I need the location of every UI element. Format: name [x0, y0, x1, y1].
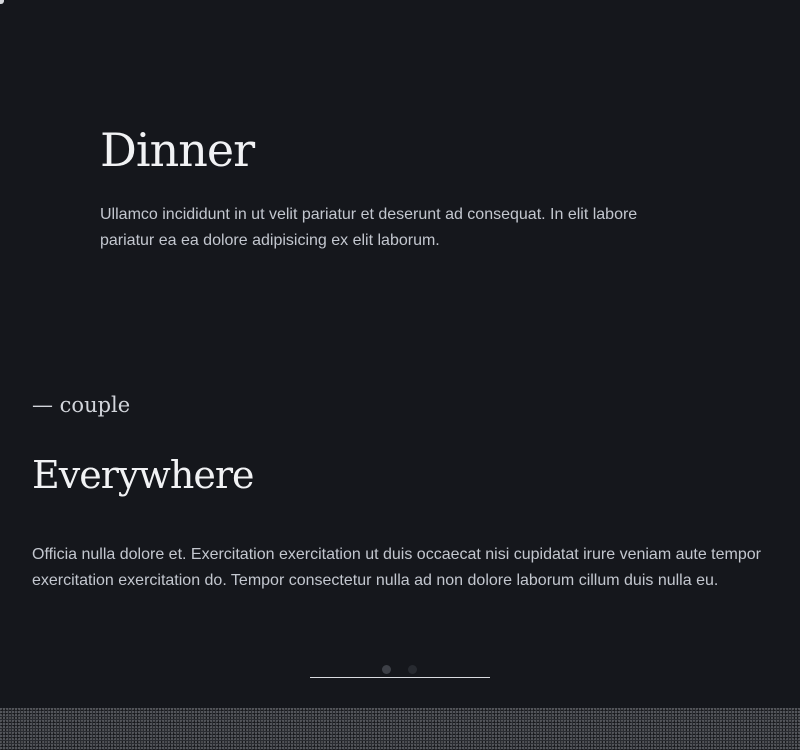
dinner-title: Dinner	[100, 123, 255, 177]
carousel-progress-line	[310, 677, 490, 678]
noise-texture-band	[0, 708, 800, 750]
corner-mark	[0, 0, 4, 4]
dinner-section: Dinner Ullamco incididunt in ut velit pa…	[100, 120, 700, 254]
carousel-dot-2[interactable]	[408, 665, 417, 674]
page: Dinner Ullamco incididunt in ut velit pa…	[0, 0, 800, 750]
dinner-description: Ullamco incididunt in ut velit pariatur …	[100, 206, 638, 249]
carousel-dot-1[interactable]	[382, 665, 391, 674]
carousel-pager	[310, 662, 490, 680]
couple-section: — couple Everywhere Officia nulla dolore…	[32, 390, 772, 594]
everywhere-title: Everywhere	[32, 453, 254, 497]
couple-eyebrow: — couple	[32, 393, 131, 417]
couple-description: Officia nulla dolore et. Exercitation ex…	[32, 546, 761, 589]
